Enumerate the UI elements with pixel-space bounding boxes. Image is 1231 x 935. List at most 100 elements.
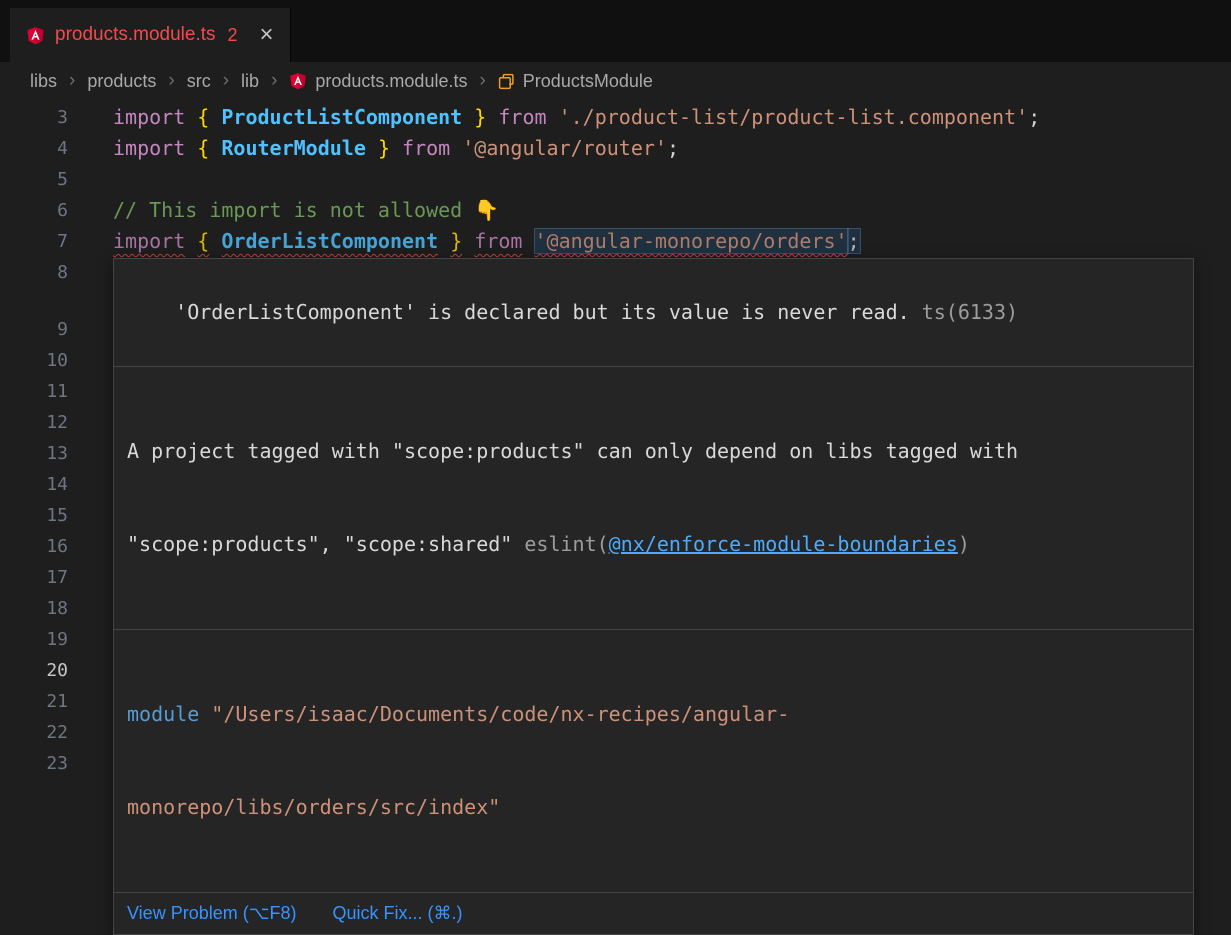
code-token: // This import is not allowed bbox=[113, 198, 474, 222]
code-token bbox=[522, 229, 534, 253]
line-number[interactable]: 8 bbox=[0, 257, 68, 288]
tab-problems-badge: 2 bbox=[228, 25, 238, 46]
code-token: from bbox=[474, 229, 522, 253]
tab-title: products.module.ts bbox=[55, 24, 216, 46]
code-token: 👇 bbox=[474, 198, 499, 222]
line-number[interactable]: 14 bbox=[0, 469, 68, 500]
code-line-5[interactable]: 5 bbox=[0, 164, 1231, 195]
code-token bbox=[209, 105, 221, 129]
line-number[interactable]: 19 bbox=[0, 624, 68, 655]
hover-tooltip: 'OrderListComponent' is declared but its… bbox=[113, 258, 1194, 935]
code-line-4[interactable]: 4 import { RouterModule } from '@angular/… bbox=[0, 133, 1231, 164]
breadcrumb-item-src[interactable]: src bbox=[187, 71, 211, 92]
ts-diagnostic-code: ts(6133) bbox=[922, 300, 1018, 324]
code-token: ; bbox=[848, 229, 860, 253]
line-number[interactable]: 6 bbox=[0, 195, 68, 226]
line-number[interactable]: 15 bbox=[0, 500, 68, 531]
code-line-content: import { OrderListComponent } from '@ang… bbox=[113, 226, 860, 257]
code-line-3[interactable]: 3 import { ProductListComponent } from '.… bbox=[0, 102, 1231, 133]
line-number[interactable]: 17 bbox=[0, 562, 68, 593]
line-number[interactable]: 22 bbox=[0, 717, 68, 748]
eslint-diagnostic-line2: "scope:products", "scope:shared" eslint(… bbox=[127, 529, 1180, 560]
line-number[interactable]: 13 bbox=[0, 438, 68, 469]
code-line-content: import { RouterModule } from '@angular/r… bbox=[113, 133, 679, 164]
code-token: import bbox=[113, 136, 185, 160]
line-number[interactable]: 21 bbox=[0, 686, 68, 717]
code-token bbox=[390, 136, 402, 160]
line-number[interactable]: 4 bbox=[0, 133, 68, 164]
breadcrumb-item-lib[interactable]: lib bbox=[241, 71, 259, 92]
code-token: ; bbox=[667, 136, 679, 160]
quick-fix-action[interactable]: Quick Fix... (⌘.) bbox=[332, 898, 462, 929]
module-keyword: module bbox=[127, 702, 199, 726]
line-number[interactable]: 3 bbox=[0, 102, 68, 133]
code-token: } bbox=[450, 229, 462, 253]
hover-ts-diagnostic: 'OrderListComponent' is declared but its… bbox=[114, 259, 1193, 367]
view-problem-action[interactable]: View Problem (⌥F8) bbox=[127, 898, 296, 929]
line-number[interactable]: 5 bbox=[0, 164, 68, 195]
code-token: { bbox=[197, 229, 209, 253]
line-number[interactable]: 23 bbox=[0, 748, 68, 779]
code-token: '@angular/router' bbox=[462, 136, 667, 160]
breadcrumb-item-products[interactable]: products bbox=[87, 71, 156, 92]
tab-products-module[interactable]: products.module.ts 2 × bbox=[10, 8, 291, 62]
code-token: } bbox=[474, 105, 486, 129]
line-number[interactable]: 12 bbox=[0, 407, 68, 438]
code-token bbox=[462, 229, 474, 253]
code-token bbox=[185, 105, 197, 129]
code-token bbox=[462, 105, 474, 129]
code-token: './product-list/product-list.component' bbox=[559, 105, 1029, 129]
code-token: import bbox=[113, 105, 185, 129]
code-line-content: import { ProductListComponent } from './… bbox=[113, 102, 1040, 133]
eslint-diagnostic-line1: A project tagged with "scope:products" c… bbox=[127, 436, 1180, 467]
code-token: import bbox=[113, 229, 185, 253]
code-token bbox=[547, 105, 559, 129]
angular-file-icon bbox=[289, 72, 307, 90]
code-token: { bbox=[197, 136, 209, 160]
chevron-separator-icon: › bbox=[479, 70, 485, 92]
code-token: ProductListComponent bbox=[221, 105, 462, 129]
line-number[interactable]: 16 bbox=[0, 531, 68, 562]
class-symbol-icon bbox=[498, 73, 515, 90]
code-token bbox=[486, 105, 498, 129]
code-token bbox=[366, 136, 378, 160]
angular-file-icon bbox=[26, 26, 45, 45]
tab-bar: products.module.ts 2 × bbox=[0, 0, 1231, 62]
code-token: } bbox=[378, 136, 390, 160]
line-number[interactable]: 7 bbox=[0, 226, 68, 257]
chevron-separator-icon: › bbox=[168, 70, 174, 92]
breadcrumb-item-file[interactable]: products.module.ts bbox=[289, 71, 467, 92]
code-token bbox=[185, 229, 197, 253]
code-token: from bbox=[402, 136, 450, 160]
code-token bbox=[185, 136, 197, 160]
chevron-separator-icon: › bbox=[223, 70, 229, 92]
code-token bbox=[450, 136, 462, 160]
line-number[interactable]: 10 bbox=[0, 345, 68, 376]
chevron-separator-icon: › bbox=[271, 70, 277, 92]
line-number[interactable]: 20 bbox=[0, 655, 68, 686]
line-number[interactable]: 18 bbox=[0, 593, 68, 624]
breadcrumb-item-symbol[interactable]: ProductsModule bbox=[498, 71, 653, 92]
chevron-separator-icon: › bbox=[69, 70, 75, 92]
code-line-7[interactable]: 7 import { OrderListComponent } from '@an… bbox=[0, 226, 1231, 257]
hover-eslint-diagnostic: A project tagged with "scope:products" c… bbox=[114, 367, 1193, 630]
hover-module-path: module "/Users/isaac/Documents/code/nx-r… bbox=[114, 630, 1193, 893]
line-number[interactable]: 9 bbox=[0, 314, 68, 345]
tab-close-icon[interactable]: × bbox=[260, 23, 274, 47]
breadcrumb: libs › products › src › lib › products.m… bbox=[0, 62, 1231, 100]
breadcrumb-item-libs[interactable]: libs bbox=[30, 71, 57, 92]
code-token: from bbox=[498, 105, 546, 129]
code-token bbox=[209, 229, 221, 253]
code-token: ; bbox=[1028, 105, 1040, 129]
code-token bbox=[209, 136, 221, 160]
code-token: RouterModule bbox=[221, 136, 366, 160]
code-token bbox=[438, 229, 450, 253]
code-line-content: // This import is not allowed 👇 bbox=[113, 195, 499, 226]
line-number[interactable]: 11 bbox=[0, 376, 68, 407]
code-token: '@angular-monorepo/orders' bbox=[535, 229, 848, 253]
ts-diagnostic-text: 'OrderListComponent' is declared but its… bbox=[175, 300, 922, 324]
code-token: { bbox=[197, 105, 209, 129]
code-token: OrderListComponent bbox=[221, 229, 438, 253]
eslint-rule-link[interactable]: @nx/enforce-module-boundaries bbox=[609, 532, 958, 556]
code-line-6[interactable]: 6 // This import is not allowed 👇 bbox=[0, 195, 1231, 226]
